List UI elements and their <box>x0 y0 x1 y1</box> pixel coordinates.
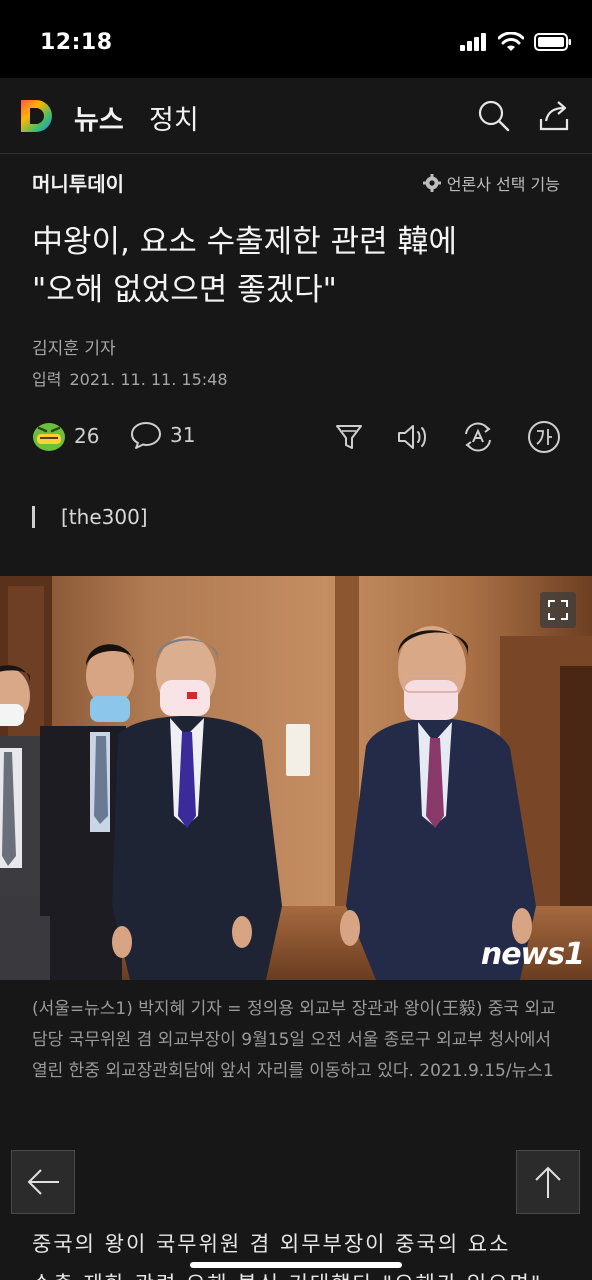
photo-caption: (서울=뉴스1) 박지혜 기자 = 정의용 외교부 장관과 왕이(王毅) 중국 … <box>32 999 556 1081</box>
publish-date: 입력 2021. 11. 11. 15:48 <box>32 366 236 390</box>
font-size-button[interactable] <box>524 417 564 457</box>
comment-icon <box>131 422 161 449</box>
publish-label: 입력 <box>32 370 62 389</box>
daum-logo-icon[interactable] <box>18 97 56 135</box>
body-line-1: 중국의 왕이 국무위원 겸 외무부장이 중국의 요소 <box>32 1232 511 1256</box>
headline-line-1: 中왕이, 요소 수출제한 관련 韓에 <box>32 224 457 260</box>
audio-button[interactable] <box>392 417 432 457</box>
press-select-button[interactable]: 언론사 선택 기능 <box>422 171 560 195</box>
scroll-top-button[interactable] <box>516 1150 580 1214</box>
status-icons <box>460 32 572 52</box>
headline-line-2: "오해 없었으면 좋겠다" <box>32 272 337 308</box>
article-photo[interactable]: news1 <box>0 576 592 980</box>
back-button[interactable] <box>11 1150 75 1214</box>
font-size-icon <box>528 421 560 453</box>
byline[interactable]: 김지훈 기자 <box>32 334 116 359</box>
home-indicator[interactable] <box>190 1262 402 1268</box>
news-label[interactable]: 뉴스 <box>74 98 124 137</box>
wifi-icon <box>498 32 524 51</box>
arrow-left-icon <box>27 1169 59 1195</box>
summary-button[interactable] <box>329 417 369 457</box>
article-headline: 中왕이, 요소 수출제한 관련 韓에 "오해 없었으면 좋겠다" <box>32 218 572 314</box>
app-header: 뉴스 정치 <box>0 78 592 154</box>
press-row: 머니투데이 언론사 선택 기능 <box>0 154 592 210</box>
angry-face-icon <box>33 423 65 451</box>
fullscreen-icon <box>548 600 568 620</box>
search-button[interactable] <box>474 96 514 136</box>
translate-icon <box>465 422 491 452</box>
comment-button[interactable]: 31 <box>130 420 195 450</box>
share-icon <box>539 101 569 131</box>
article-body: 중국의 왕이 국무위원 겸 외무부장이 중국의 요소 수출 제한 관련 오해 불… <box>32 1224 568 1280</box>
share-button[interactable] <box>534 96 574 136</box>
arrow-up-icon <box>535 1166 561 1198</box>
article-subtitle: [the300] <box>32 505 148 529</box>
gear-icon <box>422 174 441 192</box>
translate-button[interactable] <box>458 417 498 457</box>
emoji-count: 26 <box>74 424 100 448</box>
status-bar: 12:18 <box>0 0 592 78</box>
cellular-signal-icon <box>460 33 486 51</box>
section-label[interactable]: 정치 <box>149 98 199 137</box>
search-icon <box>478 100 510 132</box>
publish-datetime: 2021. 11. 11. 15:48 <box>69 370 228 389</box>
comment-count: 31 <box>170 423 196 447</box>
photo-watermark: news1 <box>480 937 585 972</box>
subtitle-text: [the300] <box>61 505 148 529</box>
subtitle-bar <box>32 506 35 528</box>
emoji-reaction-button[interactable]: 26 <box>32 420 99 452</box>
photo-scene <box>0 576 592 980</box>
speaker-icon <box>398 425 426 449</box>
press-select-label: 언론사 선택 기능 <box>446 175 560 194</box>
filter-icon <box>336 425 362 449</box>
expand-photo-button[interactable] <box>540 592 576 628</box>
press-name[interactable]: 머니투데이 <box>32 168 124 197</box>
status-time: 12:18 <box>40 30 113 55</box>
battery-icon <box>534 33 571 51</box>
action-row: 26 31 <box>0 412 592 462</box>
